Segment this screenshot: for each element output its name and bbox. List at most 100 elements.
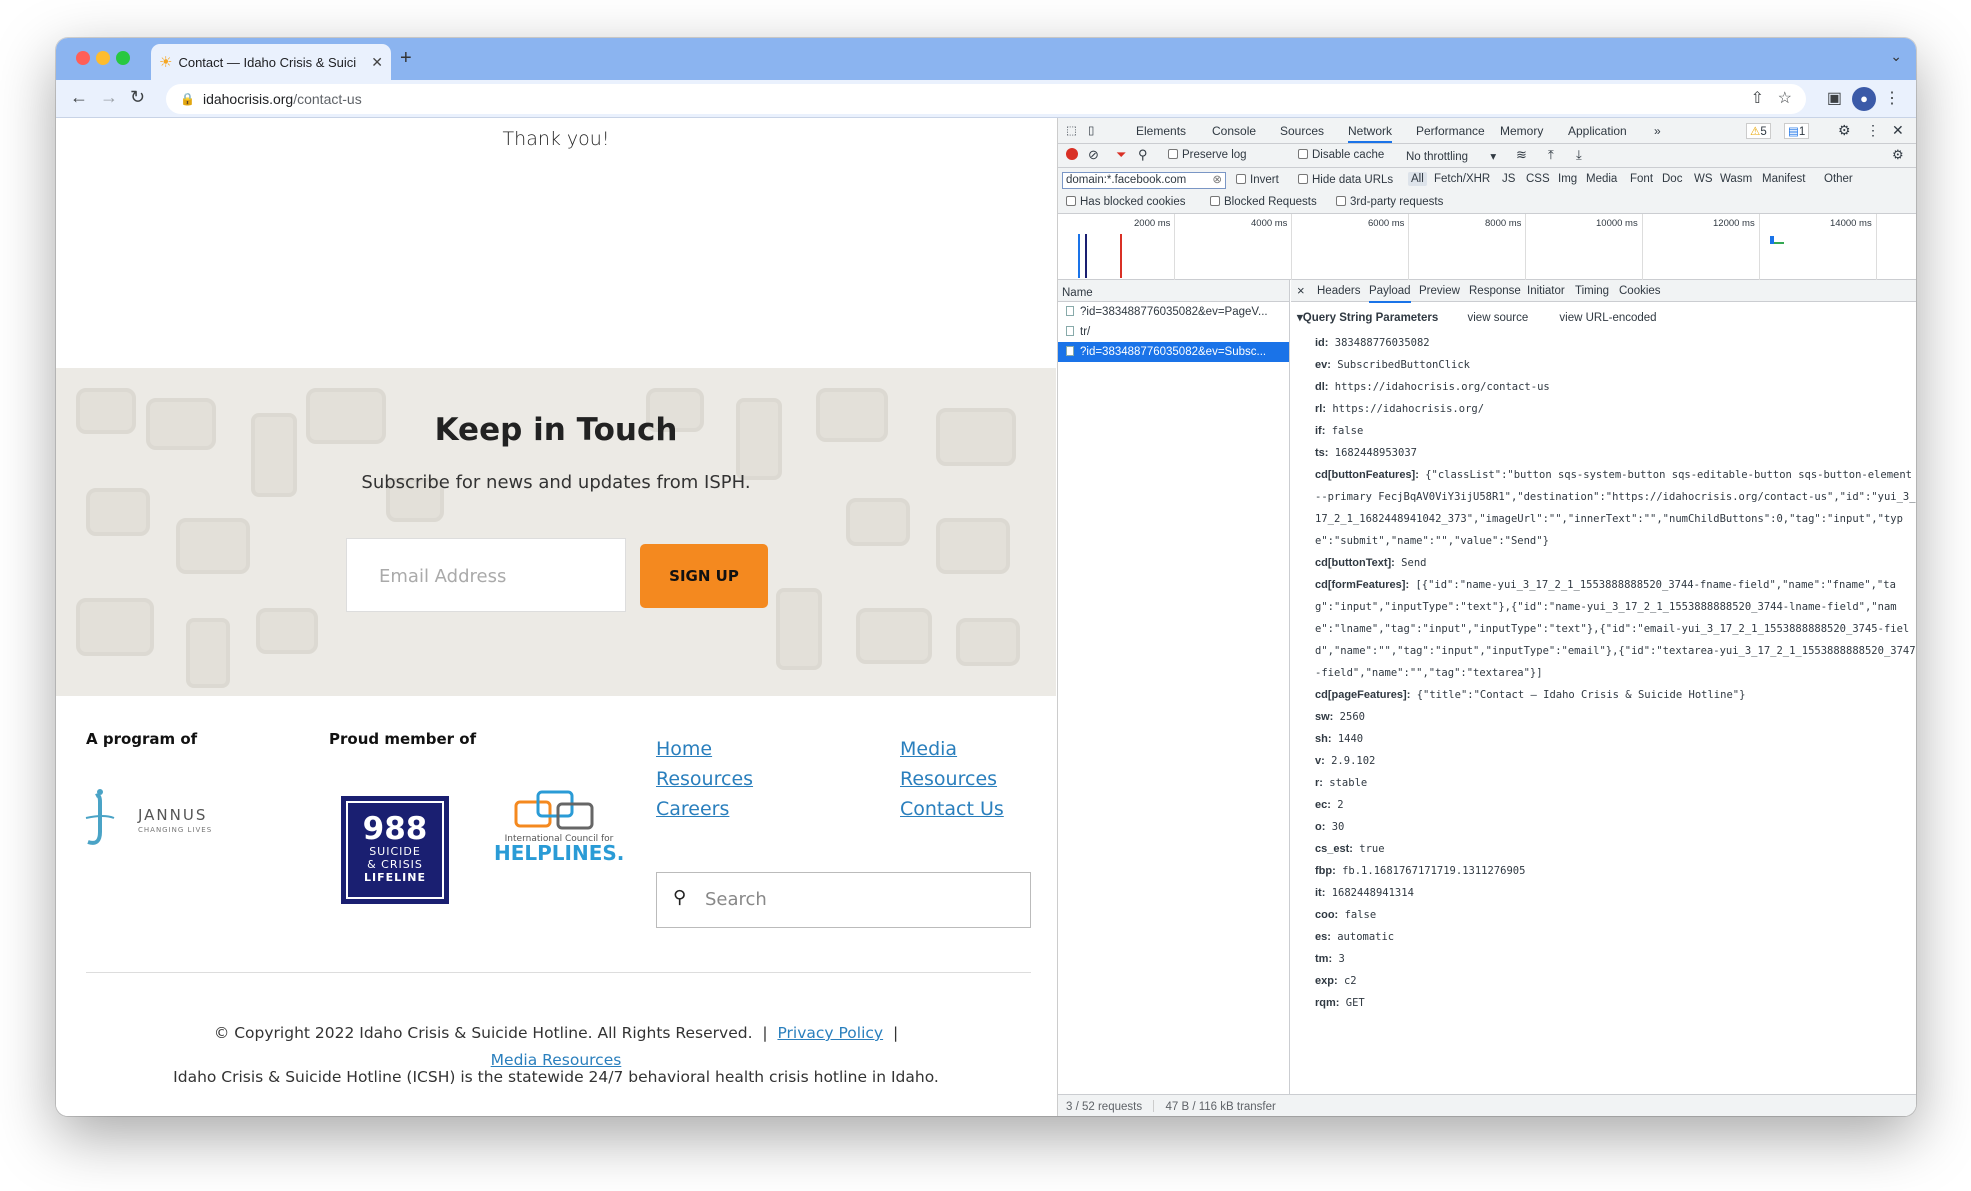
tab-response[interactable]: Response — [1469, 285, 1521, 297]
close-devtools-icon[interactable]: ✕ — [1892, 122, 1904, 139]
param-key: sw: — [1315, 711, 1334, 723]
maximize-window-button[interactable] — [116, 51, 130, 65]
minimize-window-button[interactable] — [96, 51, 110, 65]
filter-icon[interactable]: ⏷ — [1116, 147, 1126, 163]
request-row[interactable]: ?id=383488776035082&ev=PageV... — [1058, 302, 1289, 322]
type-filter-js[interactable]: JS — [1502, 173, 1515, 185]
network-conditions-icon[interactable]: ≋ — [1516, 147, 1527, 163]
type-filter-all[interactable]: All — [1408, 172, 1427, 186]
browser-menu-icon[interactable]: ⋮ — [1884, 88, 1900, 108]
share-icon[interactable]: ⇧ — [1751, 88, 1764, 108]
sign-up-button[interactable]: SIGN UP — [640, 544, 768, 608]
close-tab-icon[interactable]: ✕ — [371, 54, 383, 71]
warnings-badge[interactable]: ⚠5 — [1746, 123, 1771, 139]
request-row-selected[interactable]: ?id=383488776035082&ev=Subsc... — [1058, 342, 1289, 362]
close-window-button[interactable] — [76, 51, 90, 65]
reload-icon[interactable]: ↻ — [130, 87, 145, 108]
tab-headers[interactable]: Headers — [1317, 285, 1360, 297]
helplines-logo[interactable]: International Council for HELPLINES. — [494, 788, 624, 888]
media-resources-link[interactable]: Media Resources — [491, 1051, 622, 1069]
tab-timing[interactable]: Timing — [1575, 285, 1609, 297]
device-toggle-icon[interactable]: ▯ — [1088, 123, 1094, 137]
tab-application[interactable]: Application — [1568, 124, 1627, 138]
blocked-requests-checkbox[interactable]: Blocked Requests — [1210, 196, 1317, 208]
query-string-section[interactable]: ▾Query String Parameters view source vie… — [1297, 310, 1916, 324]
program-heading: A program of — [86, 730, 198, 748]
has-blocked-cookies-checkbox[interactable]: Has blocked cookies — [1066, 196, 1185, 208]
settings-gear-icon[interactable]: ⚙ — [1838, 122, 1851, 139]
footer-link-media[interactable]: Media — [900, 734, 957, 764]
988-lifeline-logo[interactable]: 988 SUICIDE & CRISIS LIFELINE — [341, 796, 449, 904]
disable-cache-checkbox[interactable]: Disable cache — [1298, 149, 1384, 161]
filter-input[interactable]: domain:*.facebook.com ⊗ — [1062, 172, 1226, 189]
search-icon[interactable]: ⚲ — [1138, 147, 1148, 163]
footer-link-resources[interactable]: Resources — [656, 764, 753, 794]
close-detail-icon[interactable]: × — [1297, 283, 1305, 298]
side-panel-icon[interactable]: ▣ — [1827, 88, 1842, 108]
jannus-tagline: CHANGING LIVES — [138, 826, 213, 834]
name-column-header[interactable]: Name — [1058, 280, 1289, 302]
more-tabs-icon[interactable]: » — [1654, 124, 1661, 138]
tab-memory[interactable]: Memory — [1500, 124, 1543, 138]
forward-icon[interactable]: → — [100, 87, 118, 108]
type-filter-doc[interactable]: Doc — [1662, 173, 1682, 185]
preserve-log-checkbox[interactable]: Preserve log — [1168, 149, 1247, 161]
param-row: sw: 2560 — [1297, 706, 1916, 728]
tab-payload[interactable]: Payload — [1369, 285, 1411, 303]
bookmark-star-icon[interactable]: ☆ — [1778, 88, 1792, 108]
param-row: it: 1682448941314 — [1297, 882, 1916, 904]
jannus-logo[interactable]: JANNUS CHANGING LIVES — [84, 788, 224, 848]
hide-data-urls-checkbox[interactable]: Hide data URLs — [1298, 174, 1393, 186]
clear-filter-icon[interactable]: ⊗ — [1212, 173, 1222, 188]
inspect-element-icon[interactable]: ⬚ — [1066, 123, 1077, 137]
tab-console[interactable]: Console — [1212, 124, 1256, 138]
type-filter-fetch[interactable]: Fetch/XHR — [1434, 173, 1490, 185]
type-filter-font[interactable]: Font — [1630, 173, 1653, 185]
tab-elements[interactable]: Elements — [1136, 124, 1186, 138]
view-url-encoded-link[interactable]: view URL-encoded — [1559, 312, 1656, 324]
clear-icon[interactable]: ⊘ — [1088, 147, 1099, 163]
view-source-link[interactable]: view source — [1468, 312, 1529, 324]
record-button[interactable] — [1066, 148, 1078, 160]
tab-search-chevron-icon[interactable]: ⌄ — [1890, 48, 1902, 65]
type-filter-wasm[interactable]: Wasm — [1720, 173, 1752, 185]
browser-tab[interactable]: ☀ Contact — Idaho Crisis & Suici ✕ — [151, 44, 391, 80]
tab-performance[interactable]: Performance — [1416, 124, 1485, 138]
tab-network[interactable]: Network — [1348, 124, 1393, 143]
third-party-checkbox[interactable]: 3rd-party requests — [1336, 196, 1443, 208]
newsletter-subheading: Subscribe for news and updates from ISPH… — [361, 472, 751, 493]
type-filter-media[interactable]: Media — [1586, 173, 1617, 185]
throttling-select[interactable]: No throttling ▾ — [1406, 149, 1496, 163]
type-filter-ws[interactable]: WS — [1694, 173, 1713, 185]
tab-initiator[interactable]: Initiator — [1527, 285, 1565, 297]
param-row: rl: https://idahocrisis.org/ — [1297, 398, 1916, 420]
search-input[interactable]: ⚲ Search — [656, 872, 1031, 928]
tab-sources[interactable]: Sources — [1280, 124, 1324, 138]
back-icon[interactable]: ← — [70, 87, 88, 108]
tab-preview[interactable]: Preview — [1419, 285, 1460, 297]
devtools-menu-icon[interactable]: ⋮ — [1866, 122, 1880, 139]
email-field[interactable]: Email Address — [346, 538, 626, 612]
messages-badge[interactable]: ▤1 — [1784, 123, 1810, 139]
footer-link-home[interactable]: Home — [656, 734, 712, 764]
type-filter-img[interactable]: Img — [1558, 173, 1577, 185]
param-key: fbp: — [1315, 865, 1336, 877]
profile-avatar[interactable]: ● — [1852, 87, 1876, 111]
tab-cookies[interactable]: Cookies — [1619, 285, 1661, 297]
footer-link-careers[interactable]: Careers — [656, 794, 729, 824]
address-bar[interactable]: 🔒 idahocrisis.org/contact-us — [166, 84, 1806, 114]
new-tab-icon[interactable]: + — [400, 47, 412, 70]
network-timeline[interactable]: 2000 ms 4000 ms 6000 ms 8000 ms 10000 ms… — [1058, 214, 1916, 280]
request-row[interactable]: tr/ — [1058, 322, 1289, 342]
invert-checkbox[interactable]: Invert — [1236, 174, 1279, 186]
footer-link-contact-us[interactable]: Contact Us — [900, 794, 1004, 824]
import-har-icon[interactable]: ⤒ — [1548, 147, 1554, 163]
timeline-tick-label: 12000 ms — [1713, 218, 1755, 229]
export-har-icon[interactable]: ⤓ — [1576, 147, 1582, 163]
type-filter-css[interactable]: CSS — [1526, 173, 1550, 185]
privacy-policy-link[interactable]: Privacy Policy — [777, 1024, 883, 1042]
footer-link-media-resources[interactable]: Resources — [900, 764, 997, 794]
type-filter-other[interactable]: Other — [1824, 173, 1853, 185]
network-settings-gear-icon[interactable]: ⚙ — [1892, 147, 1904, 163]
type-filter-manifest[interactable]: Manifest — [1762, 173, 1805, 185]
